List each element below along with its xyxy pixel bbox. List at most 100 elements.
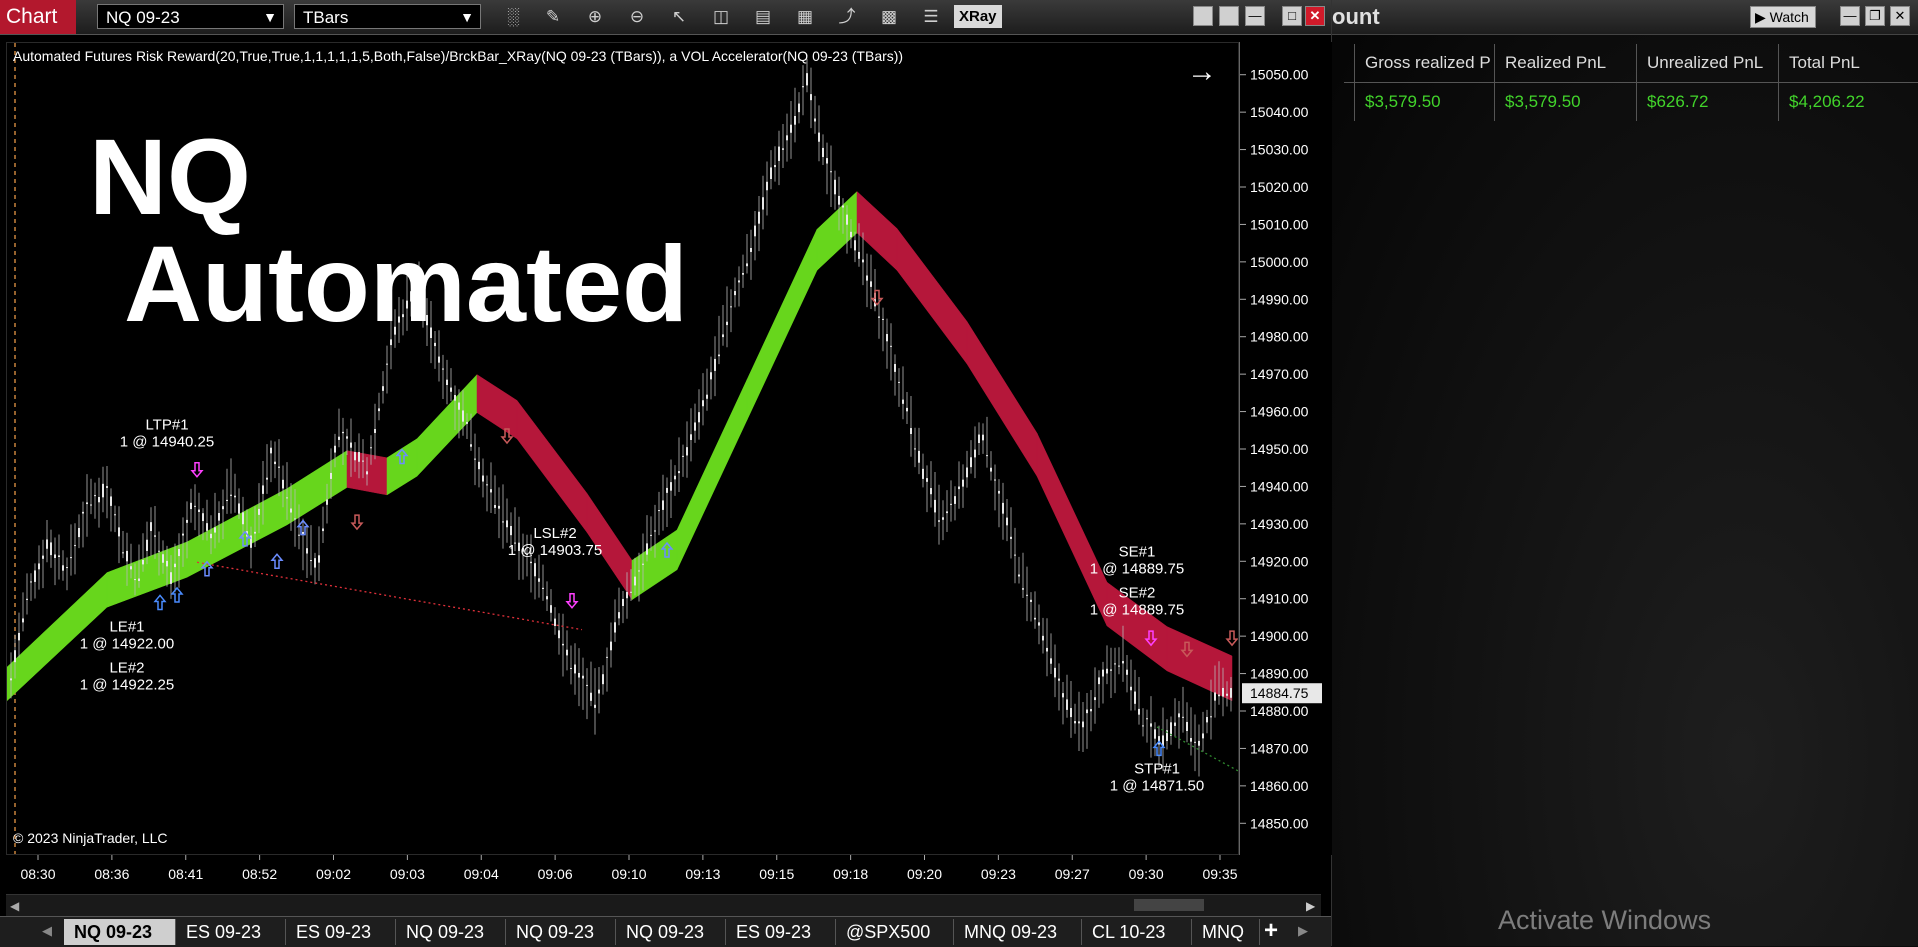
price-bar-body (1106, 668, 1108, 674)
tabs-scroll-right-icon[interactable]: ▶ (1298, 923, 1308, 939)
price-bar-body (178, 549, 180, 557)
price-bar-body (558, 630, 560, 639)
price-bar-body (1210, 716, 1212, 718)
scroll-right-icon[interactable]: ▶ (1306, 899, 1315, 913)
price-bar-body (850, 231, 852, 238)
instrument-value: NQ 09-23 (106, 8, 180, 27)
price-bar-body (346, 436, 348, 439)
price-bar-body (594, 704, 596, 708)
price-bar-body (642, 563, 644, 565)
tab-mnq[interactable]: MNQ (1192, 919, 1260, 945)
tab-spx500[interactable]: @SPX500 (836, 919, 954, 945)
tab-nq-09-23[interactable]: NQ 09-23 (64, 919, 176, 945)
indicator-description: Automated Futures Risk Reward(20,True,Tr… (13, 48, 904, 64)
price-bar-body (1190, 738, 1192, 742)
properties-icon[interactable]: ▤ (750, 5, 776, 29)
time-axis-svg: 08:30 08:36 08:41 08:52 09:02 09:03 09:04 09:06… (20, 855, 1238, 882)
minimize-icon[interactable]: — (1840, 6, 1860, 26)
data-box-icon[interactable]: ◫ (708, 5, 734, 29)
price-bar-body (18, 632, 20, 641)
add-tab-button[interactable]: + (1264, 917, 1278, 945)
price-bar-body (334, 445, 336, 453)
tab-es-09-23[interactable]: ES 09-23 (176, 919, 286, 945)
tab-es-09-23[interactable]: ES 09-23 (286, 919, 396, 945)
price-bar-body (622, 598, 624, 607)
entry-arrow-up-icon (170, 586, 184, 603)
price-bar-body (1118, 665, 1120, 667)
price-bar-body (438, 356, 440, 363)
tab-nq-09-23[interactable]: NQ 09-23 (616, 919, 726, 945)
price-chart[interactable]: LTP#1 1 @ 14940.25 LE#1 1 @ 14922.00 LE#2 1 @… (6, 42, 1239, 855)
restore-icon[interactable]: ❐ (1865, 6, 1885, 26)
scrollbar-thumb[interactable] (1134, 899, 1204, 911)
tab-nq-09-23[interactable]: NQ 09-23 (396, 919, 506, 945)
price-bar-body (190, 502, 192, 510)
close-icon[interactable]: ✕ (1305, 6, 1325, 26)
price-bar-body (542, 587, 544, 589)
bar-style-icon[interactable]: ░ (500, 5, 526, 29)
total-pnl-value: $4,206.22 (1778, 83, 1912, 121)
tabs-scroll-left-icon[interactable]: ◀ (42, 923, 52, 939)
close-icon[interactable]: ✕ (1890, 6, 1910, 26)
tab-mnq-09-23[interactable]: MNQ 09-23 (954, 919, 1082, 945)
draw-pencil-icon[interactable]: ✎ (540, 5, 566, 29)
price-bar-body (914, 448, 916, 450)
price-bar-body (166, 560, 168, 567)
instrument-selector[interactable]: NQ 09-23 ▼ (97, 4, 284, 29)
tab-es-09-23[interactable]: ES 09-23 (726, 919, 836, 945)
window-option-icon[interactable] (1193, 6, 1213, 26)
window-option-icon[interactable] (1219, 6, 1239, 26)
minimize-icon[interactable]: — (1245, 6, 1265, 26)
maximize-icon[interactable]: □ (1282, 6, 1302, 26)
horizontal-scrollbar[interactable]: ◀ ▶ (6, 894, 1321, 917)
column-header-realized-pnl[interactable]: Realized PnL (1494, 44, 1636, 82)
trade-fill-price: 1 @ 14871.50 (1110, 778, 1204, 795)
chevron-down-icon: ▼ (460, 9, 474, 25)
price-bar-body (350, 442, 352, 448)
price-axis[interactable]: 15050.00 15040.00 15030.00 15020.00 15010.00… (1239, 42, 1332, 855)
zoom-out-icon[interactable]: ⊖ (624, 5, 650, 29)
price-bar-body (618, 612, 620, 619)
price-bar-body (1154, 729, 1156, 739)
time-axis[interactable]: 08:30 08:36 08:41 08:52 09:02 09:03 09:04 09:06… (6, 855, 1239, 891)
price-bar-body (630, 591, 632, 593)
price-bar-body (762, 197, 764, 210)
xray-button[interactable]: XRay (954, 5, 1002, 28)
templates-icon[interactable]: ▩ (876, 5, 902, 29)
price-bar-body (206, 523, 208, 531)
indicators-icon[interactable]: ▦ (792, 5, 818, 29)
column-header-total-pnl[interactable]: Total PnL (1778, 44, 1912, 82)
arrow-right-icon[interactable]: → (1187, 55, 1217, 89)
price-bar-body (1018, 574, 1020, 577)
price-bar-body (986, 455, 988, 457)
watch-button[interactable]: ▶ Watch (1750, 6, 1816, 28)
price-bar-body (746, 263, 748, 267)
price-bar-body (610, 641, 612, 651)
ribbon-segment (476, 374, 518, 440)
bar-type-selector[interactable]: TBars ▼ (294, 4, 481, 29)
price-bar-body (154, 535, 156, 537)
price-bar-body (1098, 677, 1100, 685)
price-bar-body (678, 471, 680, 474)
exit-arrow-down-icon (870, 289, 884, 306)
price-bar-body (1202, 733, 1204, 739)
time-tick-label: 09:10 (611, 866, 646, 882)
trade-fill-price: 1 @ 14922.00 (80, 635, 174, 652)
price-bar-body (866, 275, 868, 281)
time-tick-label: 09:13 (685, 866, 720, 882)
pointer-icon[interactable]: ↖ (666, 5, 692, 29)
scroll-left-icon[interactable]: ◀ (10, 899, 19, 913)
price-bar-body (102, 483, 104, 498)
account-value-row[interactable]: $3,579.50 $3,579.50 $626.72 $4,206.22 (1344, 83, 1918, 121)
price-bar-body (254, 531, 256, 534)
tab-cl-10-23[interactable]: CL 10-23 (1082, 919, 1192, 945)
column-header-gross-realized[interactable]: Gross realized P (1354, 44, 1493, 82)
price-bar-body (774, 165, 776, 168)
tab-nq-09-23[interactable]: NQ 09-23 (506, 919, 616, 945)
zoom-in-icon[interactable]: ⊕ (582, 5, 608, 29)
price-bar-body (546, 596, 548, 600)
list-icon[interactable]: ☰ (918, 5, 944, 29)
price-bar-body (130, 566, 132, 570)
column-header-unrealized-pnl[interactable]: Unrealized PnL (1636, 44, 1778, 82)
strategies-icon[interactable]: ⤴ (834, 5, 860, 29)
